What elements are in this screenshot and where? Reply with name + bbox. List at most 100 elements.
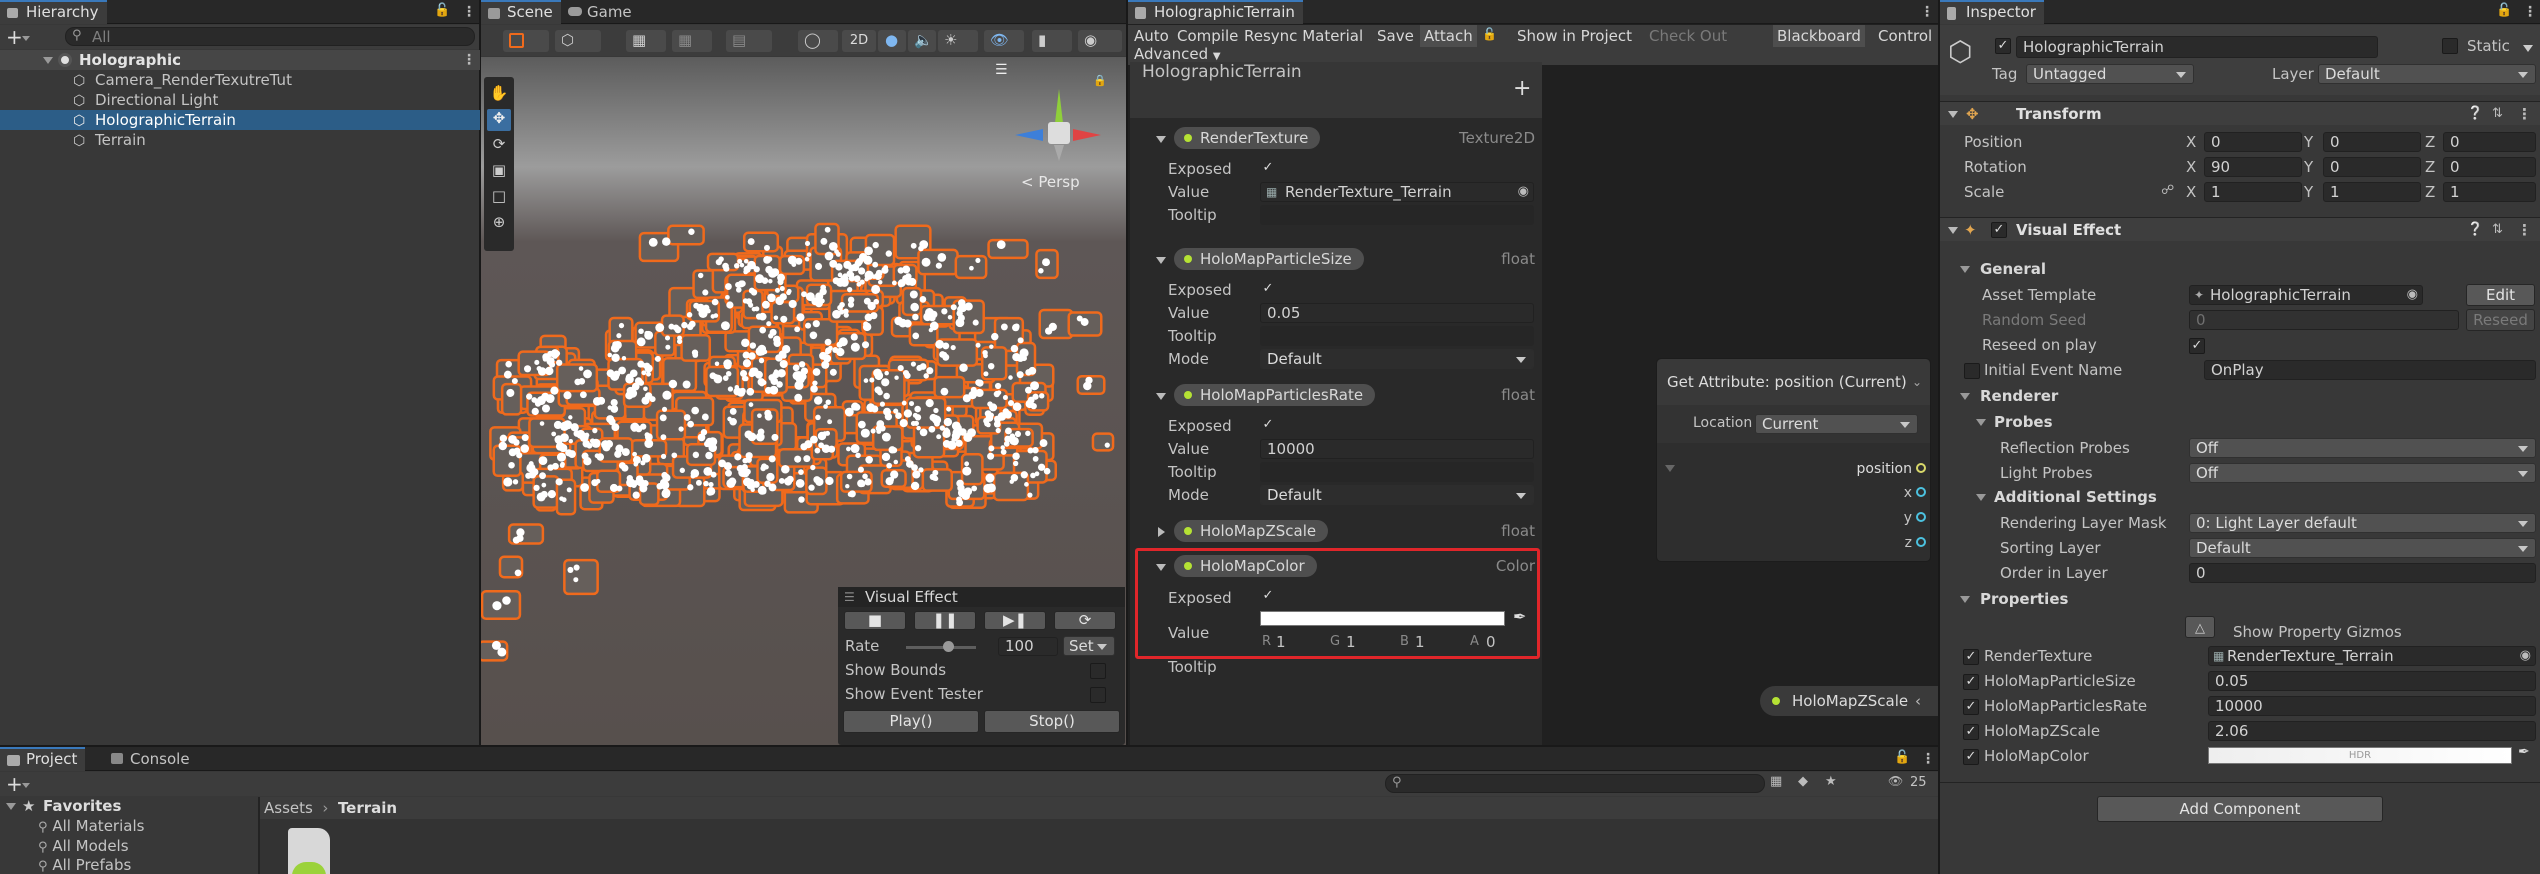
camera-settings-button[interactable]: ▮ [1032,30,1072,52]
add-property-icon[interactable]: + [1513,76,1531,101]
hierarchy-item[interactable]: ⬡ Terrain [0,130,480,150]
exposed-checkbox[interactable]: ✓ [1260,589,1276,605]
hierarchy-search-input[interactable]: ⚲ All [65,27,475,46]
expand-icon[interactable] [1158,527,1165,537]
advanced-dropdown[interactable]: Advanced ▼ [1130,44,1225,64]
help-icon[interactable]: ❔ [2467,218,2483,242]
show-event-tester-checkbox[interactable] [1090,687,1106,703]
tab-game[interactable]: Game [561,0,640,24]
scene-viewport[interactable]: < Persp ☰ 🔒 ✋ ✥ ⟳ ▣ □ ⊕ ☰ Visual Effect … [481,57,1126,745]
hierarchy-item[interactable]: ⬡ Camera_RenderTexutreTut [0,70,480,90]
node-header[interactable]: Get Attribute: position (Current) ⌄ [1657,359,1930,405]
collapse-icon[interactable] [6,803,16,810]
layer-dropdown[interactable]: Default [2318,64,2536,84]
render-texture-field[interactable]: ▦ RenderTexture_Terrain ◉ [1260,182,1534,202]
snap-increment-button[interactable]: ▦ [672,30,712,52]
property-pill[interactable]: HoloMapParticleSize [1174,248,1364,270]
property-pill[interactable]: HoloMapZScale [1174,520,1329,542]
favorite-item[interactable]: ⚲ All Models [38,837,129,857]
lighting-toggle-button[interactable]: ● [878,30,906,52]
collapse-icon[interactable] [1960,393,1970,400]
rate-slider[interactable] [906,641,976,652]
object-picker-icon[interactable]: ◉ [2407,286,2418,304]
collapse-icon[interactable] [1960,596,1970,603]
reflection-probes-dropdown[interactable]: Off [2189,438,2536,458]
tooltip-field[interactable] [1260,205,1534,225]
scale-tool-button[interactable]: ▣ [487,161,511,183]
static-checkbox[interactable] [2442,38,2458,54]
object-picker-icon[interactable]: ◉ [2520,647,2531,665]
rate-slider-thumb[interactable] [943,641,954,652]
properties-section[interactable]: Properties [1940,590,2540,610]
increment-snap-button[interactable]: ▤ [726,30,772,52]
visual-effect-header[interactable]: ✦ ✓ Visual Effect ❔ ⇅ ⋮ [1940,217,2540,241]
add-icon[interactable]: + [6,25,23,49]
set-dropdown[interactable]: Set [1063,636,1115,656]
rotation-y-field[interactable]: 0 [2323,157,2421,177]
vfx-graph-menu-icon[interactable]: ⋮ [1920,5,1934,19]
add-dropdown-icon[interactable] [22,783,30,788]
collapse-icon[interactable] [1156,136,1166,143]
step-button[interactable]: ▶❚ [984,611,1046,630]
particles-rate-value-field[interactable]: 10000 [1260,439,1534,459]
gizmo-tools-button[interactable]: ⬡ [555,30,601,52]
override-checkbox[interactable]: ✓ [1963,724,1979,740]
object-name-input[interactable]: HolographicTerrain [2016,36,2378,58]
add-dropdown-icon[interactable] [22,36,30,41]
output-y-port[interactable] [1916,512,1926,522]
play-event-button[interactable]: Play() [843,710,979,733]
exposed-checkbox[interactable]: ✓ [1260,161,1276,177]
rotation-x-field[interactable]: 90 [2204,157,2302,177]
expand-icon[interactable] [43,57,53,64]
gizmos-button[interactable]: ◉ [1078,30,1122,52]
tag-dropdown[interactable]: Untagged [2026,64,2194,84]
output-x-port[interactable] [1916,487,1926,497]
lock-icon[interactable]: 🔓 [1894,750,1910,765]
tab-hierarchy[interactable]: Hierarchy [0,0,107,24]
scene-row[interactable]: Holographic ⋮ [0,50,480,70]
scale-y-field[interactable]: 1 [2323,182,2421,202]
active-checkbox[interactable]: ✓ [1995,38,2011,54]
override-checkbox[interactable]: ✓ [1963,749,1979,765]
collapse-icon[interactable] [1948,227,1958,234]
color-swatch[interactable] [1260,611,1505,626]
tab-console[interactable]: Console [104,747,198,771]
component-menu-icon[interactable]: ⋮ [2517,102,2532,126]
tab-scene[interactable]: Scene [481,0,561,24]
override-checkbox[interactable]: ✓ [1963,674,1979,690]
search-by-type-icon[interactable]: ▦ [1770,774,1782,789]
hierarchy-item[interactable]: ⬡ Directional Light [0,90,480,110]
breadcrumb-assets[interactable]: Assets [264,799,313,817]
override-checkbox[interactable]: ✓ [1963,699,1979,715]
r-value[interactable]: 1 [1276,633,1286,651]
inspector-menu-icon[interactable]: ⋮ [2523,5,2537,19]
tab-project[interactable]: Project [0,747,86,771]
mode-dropdown[interactable]: Default [1260,349,1534,369]
position-z-field[interactable]: 0 [2443,132,2536,152]
property-pill[interactable]: HoloMapColor [1174,555,1317,577]
collapse-icon[interactable] [1960,266,1970,273]
rotate-tool-button[interactable]: ⟳ [487,135,511,157]
collapse-icon[interactable] [1156,393,1166,400]
asset-thumbnail-icon[interactable] [288,828,330,874]
tooltip-field[interactable] [1260,326,1534,346]
transform-tool-button[interactable]: ⊕ [487,213,511,235]
collapse-icon[interactable] [1156,257,1166,264]
constrain-proportions-icon[interactable]: ☍ [2161,183,2174,198]
lock-icon[interactable]: 🔓 [2496,3,2512,18]
2d-button[interactable]: 2D [842,30,876,52]
reseed-on-play-checkbox[interactable]: ✓ [2189,338,2205,354]
output-z-port[interactable] [1916,537,1926,547]
initial-event-input[interactable]: OnPlay [2204,360,2536,380]
collapse-icon[interactable] [1976,494,1986,501]
move-tool-button[interactable]: ✥ [487,109,511,131]
effects-toggle-button[interactable]: ☀ [938,30,978,52]
visual-effect-enabled-checkbox[interactable]: ✓ [1991,222,2007,238]
gizmo-lock-icon[interactable]: 🔒 [1093,74,1107,87]
rect-tool-button[interactable]: □ [487,187,511,209]
saved-search-icon[interactable]: ★ [1825,774,1837,789]
mode-dropdown[interactable]: Default [1260,485,1534,505]
hidden-packages-icon[interactable]: 👁 [1888,774,1903,788]
project-menu-icon[interactable]: ⋮ [1921,752,1935,766]
favorite-item[interactable]: ⚲ All Prefabs [38,856,131,874]
